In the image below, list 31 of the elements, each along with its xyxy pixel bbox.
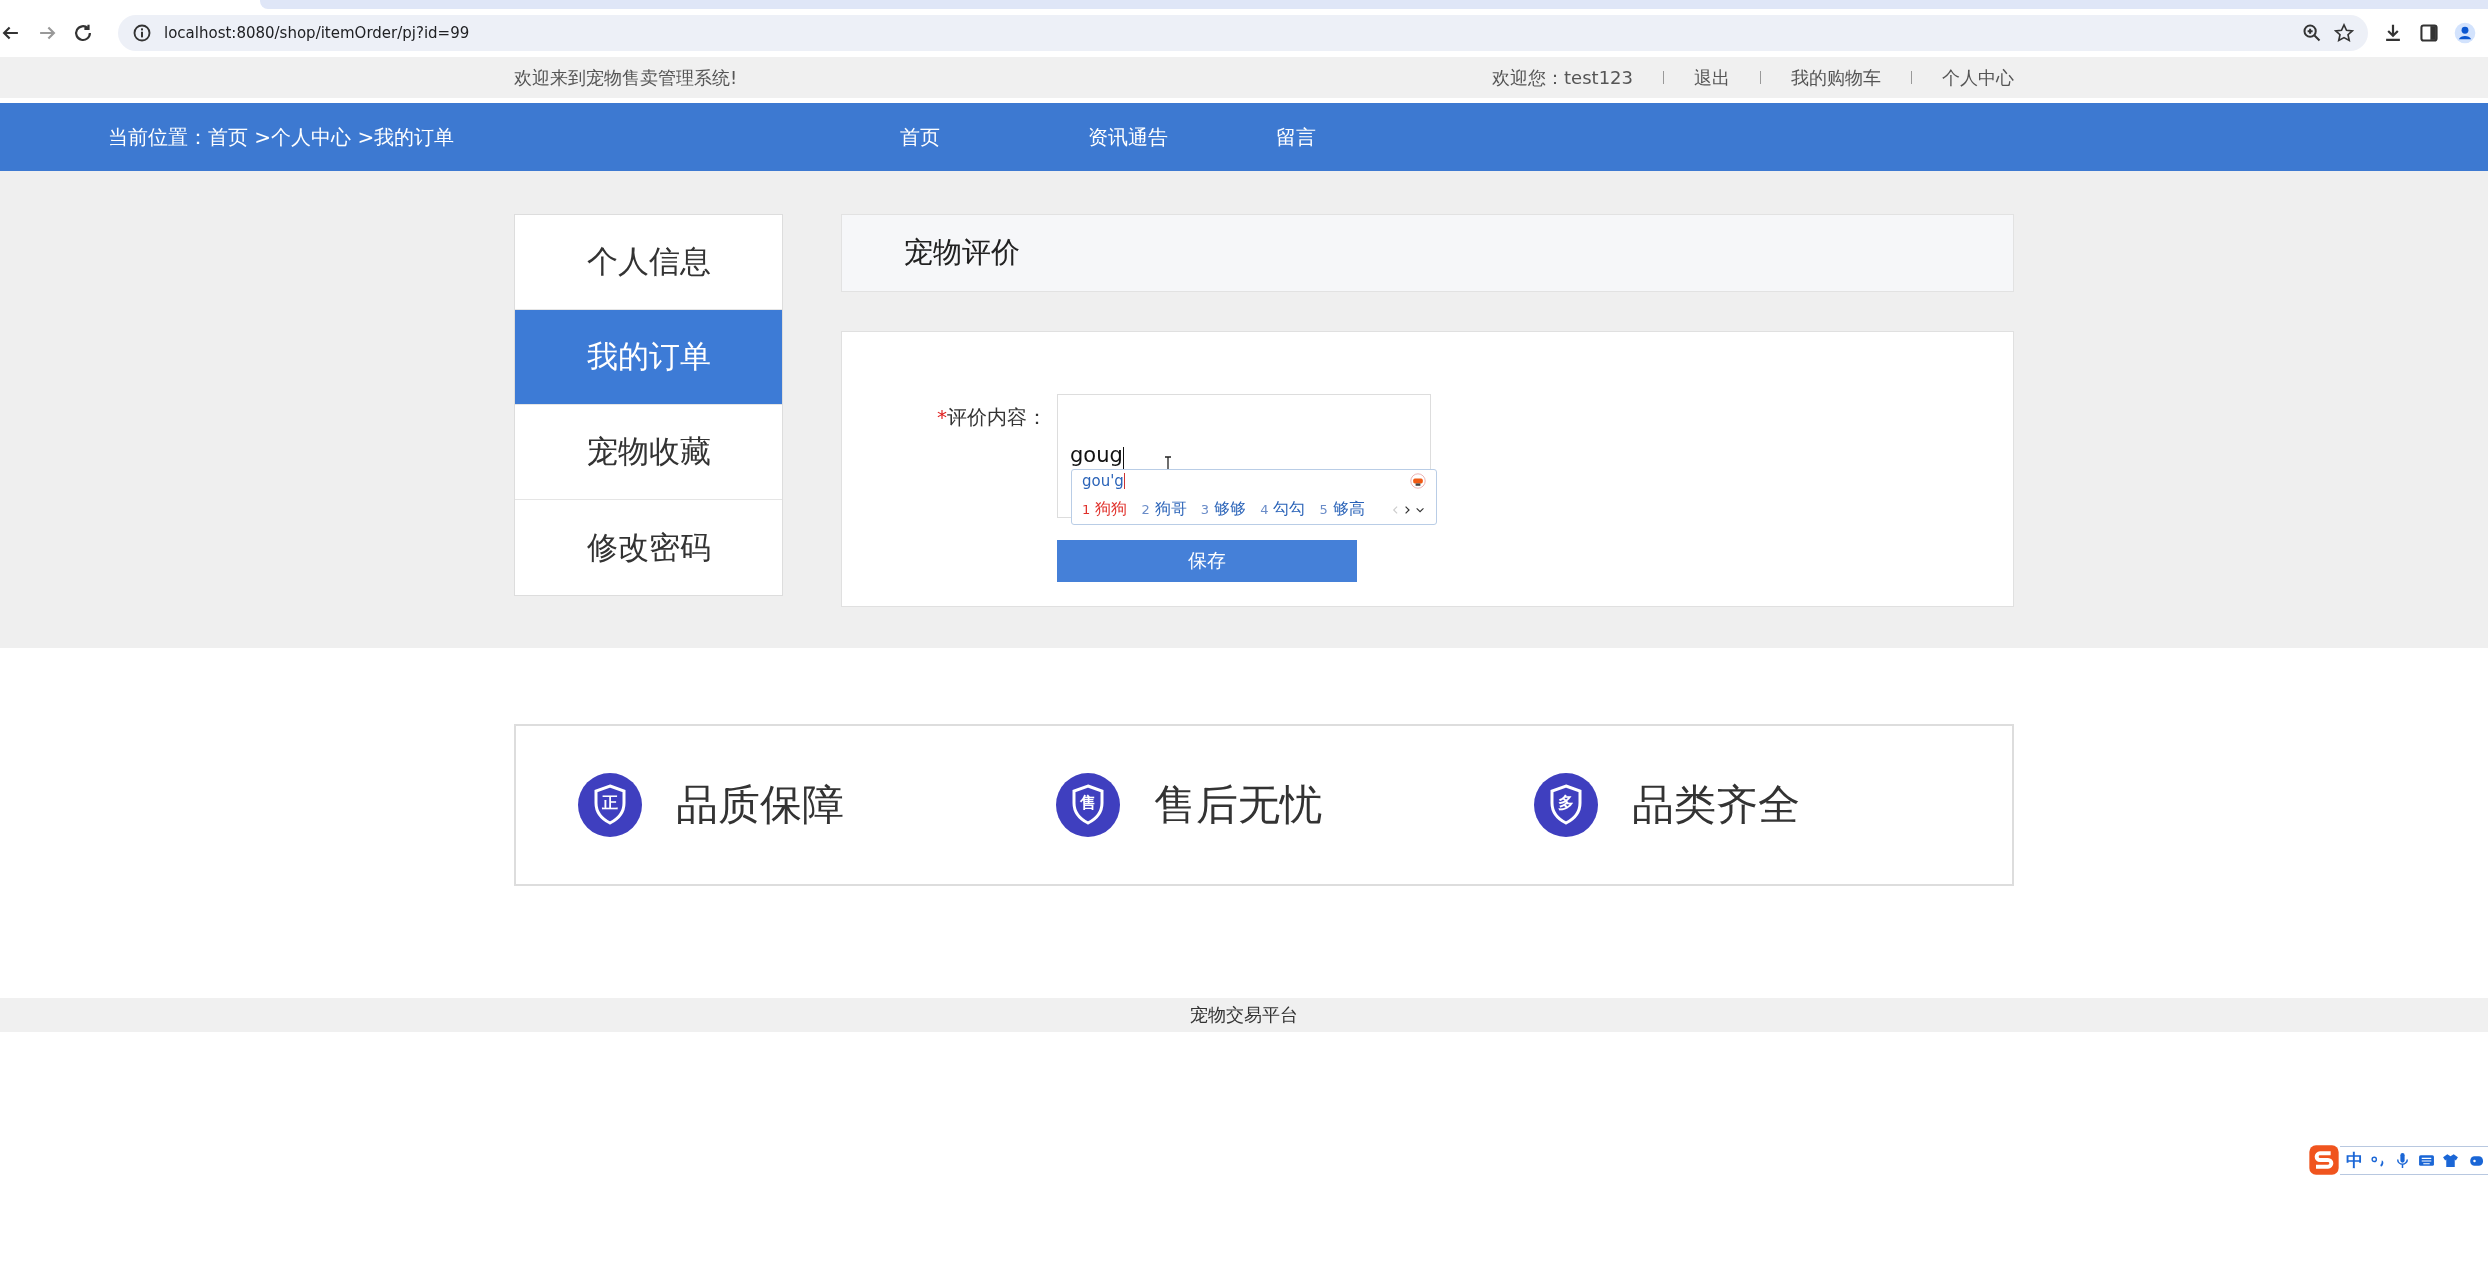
panel-title: 宠物评价 bbox=[904, 234, 1020, 271]
field-label: *评价内容： bbox=[936, 404, 1047, 431]
ime-candidate[interactable]: 1 狗狗 bbox=[1082, 499, 1128, 520]
welcome-text: 欢迎来到宠物售卖管理系统! bbox=[514, 65, 738, 90]
nav-link[interactable]: 留言 bbox=[1276, 123, 1464, 151]
input-mode-toggle[interactable]: 中 bbox=[2346, 1148, 2363, 1172]
sidebar-item[interactable]: 我的订单 bbox=[515, 310, 782, 405]
ime-candidate[interactable]: 3 够够 bbox=[1200, 499, 1247, 520]
save-button[interactable]: 保存 bbox=[1057, 540, 1357, 582]
feature-label: 品类齐全 bbox=[1632, 779, 1800, 831]
user-greeting: 欢迎您：test123 bbox=[1492, 65, 1633, 90]
nav-link[interactable]: 首页 bbox=[900, 123, 1088, 151]
breadcrumb: 当前位置：首页 >个人中心 >我的订单 bbox=[108, 123, 456, 151]
ime-composition: gou'g bbox=[1082, 472, 1124, 490]
shield-badge-icon: 正 bbox=[578, 773, 642, 837]
top-link[interactable]: 个人中心 bbox=[1942, 65, 2014, 90]
footer-text: 宠物交易平台 bbox=[1190, 1003, 1298, 1027]
url-text: localhost:8080/shop/itemOrder/pj?id=99 bbox=[164, 24, 470, 42]
top-link[interactable]: 退出 bbox=[1694, 65, 1730, 90]
ime-candidate[interactable]: 4 勾勾 bbox=[1260, 499, 1306, 520]
feature-label: 品质保障 bbox=[676, 779, 844, 831]
feature-label: 售后无忧 bbox=[1154, 779, 1322, 831]
typed-text: goug bbox=[1070, 443, 1123, 467]
shield-badge-icon: 售 bbox=[1056, 773, 1120, 837]
ime-candidate[interactable]: 2 狗哥 bbox=[1141, 499, 1187, 520]
nav-link[interactable]: 资讯通告 bbox=[1088, 123, 1276, 151]
required-mark: * bbox=[937, 405, 947, 429]
top-link[interactable]: 我的购物车 bbox=[1791, 65, 1881, 90]
shield-badge-icon: 多 bbox=[1534, 773, 1598, 837]
ime-candidate[interactable]: 5 够高 bbox=[1319, 499, 1365, 520]
address-bar[interactable]: localhost:8080/shop/itemOrder/pj?id=99 bbox=[118, 15, 2368, 51]
